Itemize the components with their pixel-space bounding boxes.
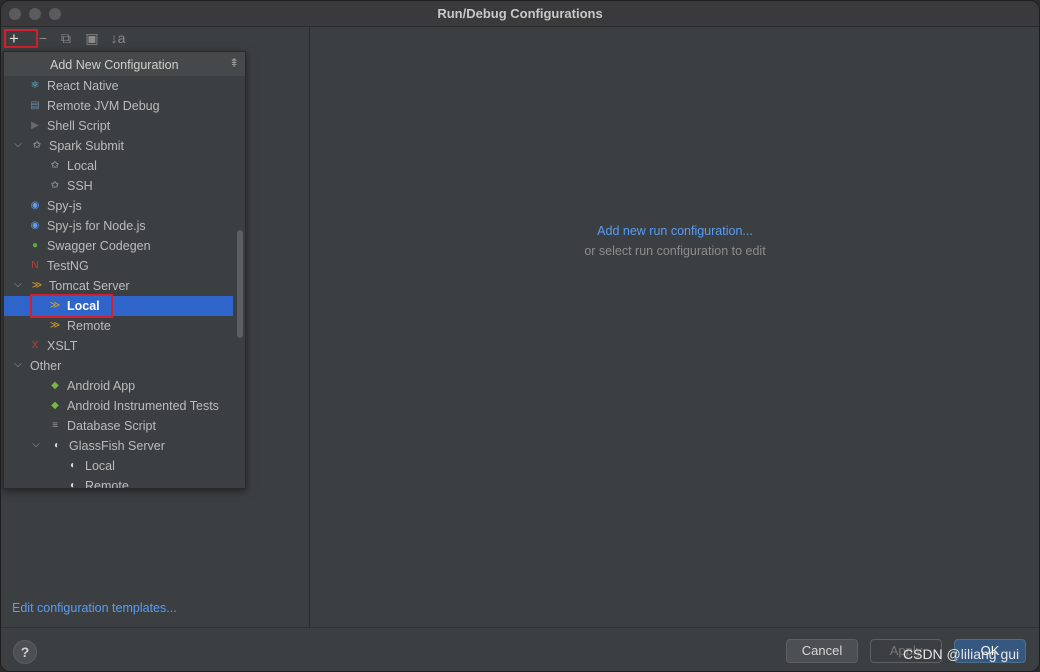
config-type-label: Shell Script <box>47 119 111 133</box>
move-to-folder-button[interactable]: ▣ <box>83 29 101 47</box>
glassfish-icon: ◐ <box>53 440 61 451</box>
config-type-item[interactable]: ≫ Local <box>4 294 233 318</box>
remote-debug-icon: ▤ <box>30 100 40 111</box>
config-type-label: TestNG <box>47 259 89 273</box>
spark-icon: ✩ <box>50 160 60 171</box>
spy-icon: ◉ <box>30 200 40 211</box>
select-config-hint: or select run configuration to edit <box>584 244 766 258</box>
config-type-label: Database Script <box>67 419 156 433</box>
config-type-item[interactable]: ⌵ ≫ Tomcat Server <box>4 276 233 296</box>
config-type-label: Local <box>67 159 97 173</box>
react-icon: ⚛ <box>30 80 40 91</box>
glassfish-icon: ◐ <box>69 480 77 489</box>
config-type-label: GlassFish Server <box>69 439 165 453</box>
chevron-down-icon[interactable]: ⌵ <box>30 438 42 452</box>
config-type-item[interactable]: ⌵ ✩ Spark Submit <box>4 136 233 156</box>
config-type-item[interactable]: ▤ Remote JVM Debug <box>4 96 233 116</box>
spark-icon: ✩ <box>32 140 42 151</box>
cancel-button[interactable]: Cancel <box>786 639 858 663</box>
run-debug-dialog: Run/Debug Configurations + − ⧉ ▣ ↓a Edit… <box>0 0 1040 672</box>
config-type-item[interactable]: ◆ Android App <box>4 376 233 396</box>
dialog-button-bar: ? Cancel Apply OK CSDN @liliang gui <box>1 627 1039 671</box>
chevron-down-icon[interactable]: ⌵ <box>12 278 24 292</box>
android-icon: ◆ <box>51 400 59 411</box>
watermark: CSDN @liliang gui <box>903 646 1020 662</box>
tomcat-icon: ≫ <box>49 320 61 331</box>
android-icon: ◆ <box>51 380 59 391</box>
popup-header: Add New Configuration ⇞ <box>4 52 245 76</box>
config-type-label: Swagger Codegen <box>47 239 151 253</box>
add-new-configuration-popup: Add New Configuration ⇞ ⚛ React Native ▤ Re… <box>3 51 246 489</box>
remove-configuration-button[interactable]: − <box>34 29 52 47</box>
add-configuration-button[interactable]: + <box>4 29 38 48</box>
config-type-item[interactable]: N TestNG <box>4 256 233 276</box>
config-type-label: XSLT <box>47 339 78 353</box>
config-type-label: Remote <box>85 479 129 489</box>
edit-templates-link[interactable]: Edit configuration templates... <box>12 601 177 615</box>
config-type-item[interactable]: X XSLT <box>4 336 233 356</box>
config-type-label: Tomcat Server <box>49 279 130 293</box>
testng-icon: N <box>31 260 39 271</box>
popup-title: Add New Configuration <box>50 58 179 72</box>
config-type-item[interactable]: ◉ Spy-js <box>4 196 233 216</box>
config-type-label: Remote <box>67 319 111 333</box>
config-type-item[interactable]: ✩ Local <box>4 156 233 176</box>
config-type-label: Spark Submit <box>49 139 125 153</box>
copy-configuration-button[interactable]: ⧉ <box>57 29 75 47</box>
add-new-run-config-link[interactable]: Add new run configuration... <box>311 224 1039 238</box>
chevron-down-icon[interactable]: ⌵ <box>12 358 24 372</box>
collapse-all-icon[interactable]: ⇞ <box>227 55 241 71</box>
spark-icon: ✩ <box>50 180 60 191</box>
window-title: Run/Debug Configurations <box>437 6 603 21</box>
config-type-label: Android App <box>67 379 136 393</box>
xslt-icon: X <box>31 340 39 351</box>
chevron-down-icon[interactable]: ⌵ <box>12 138 24 152</box>
config-type-label: Remote JVM Debug <box>47 99 160 113</box>
shell-icon: ▶ <box>31 120 39 131</box>
config-type-item[interactable]: ▶ Shell Script <box>4 116 233 136</box>
config-type-item[interactable]: ✩ SSH <box>4 176 233 196</box>
help-button[interactable]: ? <box>13 640 37 664</box>
config-type-item[interactable]: ⌵ ◐ GlassFish Server <box>4 436 233 456</box>
config-type-item[interactable]: ⚛ React Native <box>4 76 233 96</box>
database-icon: ≡ <box>52 420 58 431</box>
tomcat-icon: ≫ <box>31 280 43 291</box>
config-type-item[interactable]: ⌵ Other <box>4 356 233 376</box>
swagger-icon: ● <box>31 240 39 251</box>
configuration-type-list: ⚛ React Native ▤ Remote JVM Debug ▶ Shell Scr… <box>4 76 233 489</box>
title-bar: Run/Debug Configurations <box>1 1 1039 27</box>
config-type-item[interactable]: ◐ Remote <box>4 476 233 489</box>
config-toolbar: + − ⧉ ▣ ↓a <box>1 27 310 49</box>
config-type-label: Other <box>30 359 62 373</box>
config-type-item[interactable]: ◉ Spy-js for Node.js <box>4 216 233 236</box>
config-type-label: Spy-js for Node.js <box>47 219 146 233</box>
config-type-item[interactable]: ≡ Database Script <box>4 416 233 436</box>
selection-highlight-box <box>30 294 113 318</box>
config-type-label: React Native <box>47 79 119 93</box>
sort-configurations-button[interactable]: ↓a <box>109 29 127 47</box>
config-type-item[interactable]: ● Swagger Codegen <box>4 236 233 256</box>
config-type-label: Android Instrumented Tests <box>67 399 219 413</box>
config-type-item[interactable]: ◐ Local <box>4 456 233 476</box>
config-type-item[interactable]: ◆ Android Instrumented Tests <box>4 396 233 416</box>
config-details-panel: Add new run configuration... or select r… <box>311 27 1039 627</box>
config-type-label: SSH <box>67 179 93 193</box>
spy-icon: ◉ <box>30 220 40 231</box>
popup-scrollbar[interactable] <box>237 230 243 338</box>
glassfish-icon: ◐ <box>69 460 77 471</box>
config-type-label: Local <box>85 459 115 473</box>
config-type-label: Spy-js <box>47 199 82 213</box>
config-type-item[interactable]: ≫ Remote <box>4 316 233 336</box>
